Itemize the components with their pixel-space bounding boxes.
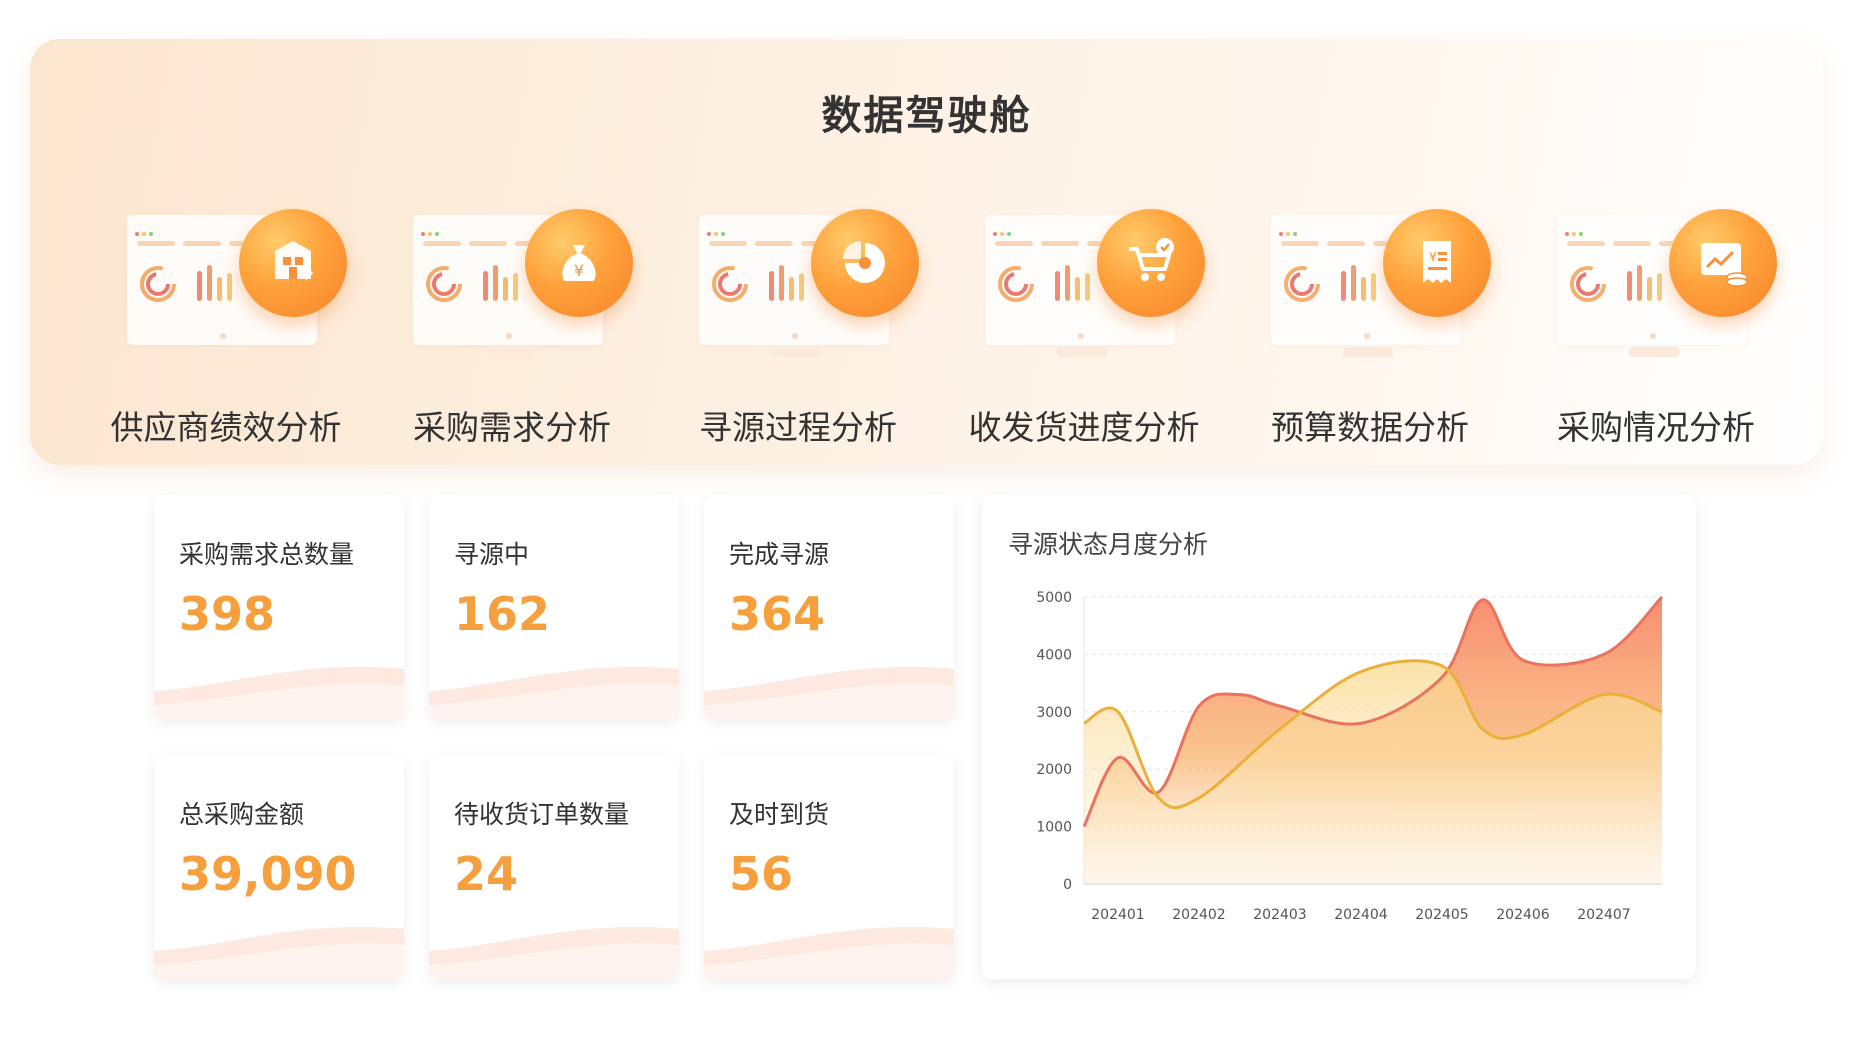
- monitor-stand: [485, 347, 535, 357]
- money-bag-icon: ¥: [525, 209, 633, 317]
- pie-chart-icon: [811, 209, 919, 317]
- stat-card[interactable]: 及时到货 56: [704, 755, 954, 979]
- module-label: 预算数据分析: [1271, 408, 1469, 447]
- module-label: 收发货进度分析: [968, 408, 1200, 447]
- x-tick-label: 202402: [1172, 907, 1225, 923]
- page-title: 数据驾驶舱: [821, 93, 1032, 139]
- module-receipt[interactable]: ¥ 预算数据分析: [1225, 171, 1515, 447]
- stat-card[interactable]: 总采购金额 39,090: [154, 755, 404, 979]
- stat-card[interactable]: 寻源中 162: [429, 495, 679, 719]
- module-label: 采购情况分析: [1557, 408, 1755, 447]
- svg-text:¥: ¥: [1429, 250, 1437, 264]
- stat-card[interactable]: 完成寻源 364: [704, 495, 954, 719]
- stat-title: 完成寻源: [729, 540, 830, 569]
- card-wave-decoration: [429, 926, 679, 979]
- y-tick-label: 2000: [1036, 762, 1072, 778]
- chart-coins-icon: [1669, 209, 1777, 317]
- cart-check-icon: [1097, 209, 1205, 317]
- module-money-bag[interactable]: ¥ 采购需求分析: [367, 171, 657, 447]
- building-box-icon: [239, 209, 347, 317]
- stat-title: 总采购金额: [179, 800, 305, 829]
- y-tick-label: 1000: [1036, 820, 1072, 836]
- module-label: 采购需求分析: [413, 408, 611, 447]
- stat-title: 寻源中: [454, 540, 530, 569]
- x-tick-label: 202405: [1415, 907, 1468, 923]
- module-label: 供应商绩效分析: [110, 408, 342, 447]
- stat-card[interactable]: 采购需求总数量 398: [154, 495, 404, 719]
- card-wave-decoration: [704, 666, 954, 719]
- stat-value: 364: [729, 587, 826, 641]
- svg-text:¥: ¥: [574, 261, 584, 280]
- module-cart-check[interactable]: 收发货进度分析: [939, 171, 1229, 447]
- x-tick-label: 202407: [1577, 907, 1630, 923]
- y-tick-label: 3000: [1036, 705, 1072, 721]
- module-building-box[interactable]: 供应商绩效分析: [81, 171, 371, 447]
- monitor-stand: [771, 347, 821, 357]
- stat-value: 162: [454, 587, 551, 641]
- sourcing-status-chart-card: 寻源状态月度分析 0 1000 2000 3000 4000 5000 202401 2024…: [982, 495, 1696, 979]
- module-chart-coins[interactable]: 采购情况分析: [1511, 171, 1801, 447]
- monitor-stand: [1057, 347, 1107, 357]
- y-tick-label: 4000: [1036, 647, 1072, 663]
- stat-value: 56: [729, 847, 794, 901]
- stat-title: 采购需求总数量: [179, 540, 355, 569]
- x-tick-label: 202401: [1091, 907, 1144, 923]
- monitor-stand: [1343, 347, 1393, 357]
- sourcing-status-chart: 0 1000 2000 3000 4000 5000 202401 202402 202403 2…: [1036, 590, 1664, 923]
- receipt-icon: ¥: [1383, 209, 1491, 317]
- card-wave-decoration: [154, 666, 404, 719]
- x-tick-label: 202403: [1253, 907, 1306, 923]
- stat-value: 24: [454, 847, 519, 901]
- monitor-stand: [199, 347, 249, 357]
- x-tick-label: 202406: [1496, 907, 1550, 923]
- y-tick-label: 0: [1063, 877, 1072, 893]
- module-pie-chart[interactable]: 寻源过程分析: [653, 171, 943, 447]
- monitor-stand: [1629, 347, 1679, 357]
- y-tick-label: 5000: [1036, 590, 1072, 606]
- card-wave-decoration: [429, 666, 679, 719]
- stat-value: 398: [179, 587, 276, 641]
- data-cockpit-banner: 数据驾驶舱 供应商绩效分析 ¥ 采购需求分析 寻源过程分析 收发货进度分析 ¥ …: [30, 39, 1823, 465]
- card-wave-decoration: [704, 926, 954, 979]
- stat-value: 39,090: [179, 847, 357, 901]
- stat-title: 待收货订单数量: [454, 800, 630, 829]
- stat-title: 及时到货: [729, 800, 830, 829]
- module-label: 寻源过程分析: [699, 408, 897, 447]
- card-wave-decoration: [154, 926, 404, 979]
- stat-card[interactable]: 待收货订单数量 24: [429, 755, 679, 979]
- x-tick-label: 202404: [1334, 907, 1388, 923]
